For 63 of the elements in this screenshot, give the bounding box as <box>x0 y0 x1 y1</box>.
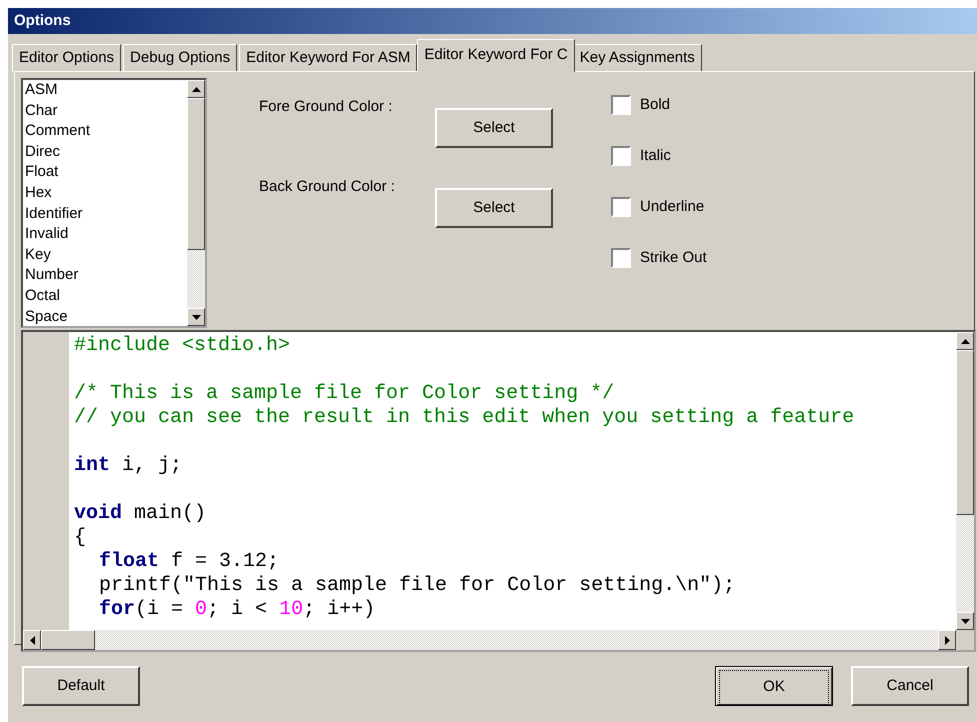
tab[interactable]: Editor Options <box>12 44 122 72</box>
window-title: Options <box>8 8 977 34</box>
list-item[interactable]: Identifier <box>25 204 187 224</box>
dialog-button[interactable]: Cancel <box>851 666 969 706</box>
code-line: float f = 3.12; <box>98 550 280 574</box>
up-arrow-icon <box>192 86 200 92</box>
checkbox[interactable] <box>611 95 631 115</box>
scroll-right-button[interactable] <box>938 630 956 650</box>
code-line: { <box>74 526 88 550</box>
scrollbar-corner <box>956 630 974 650</box>
vertical-scrollbar[interactable] <box>956 332 974 630</box>
code-line: int i, j; <box>74 453 184 478</box>
code-line: #include <stdio.h> <box>74 334 292 358</box>
scroll-thumb[interactable] <box>187 98 205 250</box>
code-preview-editor[interactable] <box>21 330 976 652</box>
tab[interactable]: Editor Keyword For ASM <box>239 44 418 72</box>
list-item[interactable]: Invalid <box>25 224 187 245</box>
tab[interactable]: Key Assignments <box>572 44 702 72</box>
vertical-scrollbar[interactable] <box>187 80 205 326</box>
code-line: // you can see the result in this edit when you setting a feature <box>74 406 856 430</box>
scroll-thumb[interactable] <box>956 350 974 515</box>
keyword-list[interactable]: ASM Char Comment Direc Float Hex Identifier Invalid Key Number Octal Space <box>21 78 207 328</box>
checkbox[interactable] <box>611 146 631 166</box>
down-arrow-icon <box>192 314 200 320</box>
tab[interactable]: Editor Keyword For C <box>417 39 575 72</box>
list-item[interactable]: ASM <box>25 80 187 101</box>
horizontal-scrollbar[interactable] <box>23 630 974 650</box>
left-arrow-icon <box>30 636 34 644</box>
checkbox[interactable] <box>611 248 631 268</box>
scroll-down-button[interactable] <box>956 612 974 630</box>
tab[interactable]: Debug Options <box>123 44 238 72</box>
checkbox-label: Strike Out <box>640 248 707 268</box>
scroll-left-button[interactable] <box>23 630 41 650</box>
scroll-up-button[interactable] <box>956 332 974 350</box>
right-arrow-icon <box>944 636 950 644</box>
list-item[interactable]: Hex <box>25 182 187 204</box>
scroll-thumb[interactable] <box>41 630 95 650</box>
scroll-down-button[interactable] <box>187 308 205 326</box>
checkbox[interactable] <box>611 197 631 217</box>
list-item[interactable]: Comment <box>25 121 187 142</box>
color-label: Back Ground Color : <box>259 177 396 197</box>
list-item[interactable]: Direc <box>25 142 187 162</box>
checkbox-label: Bold <box>640 94 670 115</box>
list-item[interactable]: Key <box>25 244 187 266</box>
list-item[interactable]: Octal <box>25 286 187 307</box>
select-button[interactable]: Select <box>435 108 553 148</box>
code-line: for(i = 0; i < 10; i++) <box>98 598 376 622</box>
code-line: void main() <box>74 501 208 526</box>
up-arrow-icon <box>960 338 970 344</box>
select-button[interactable]: Select <box>435 188 553 228</box>
color-label: Fore Ground Color : <box>259 97 394 117</box>
code-line: /* This is a sample file for Color setting */ <box>74 381 616 406</box>
list-item[interactable]: Space <box>25 306 187 326</box>
dialog-button[interactable]: OK <box>715 666 833 706</box>
dialog-button[interactable]: Default <box>22 666 140 706</box>
code-line: printf("This is a sample file for Color setting.\n"); <box>98 574 736 598</box>
checkbox-label: Underline <box>640 196 704 217</box>
down-arrow-icon <box>960 618 970 624</box>
list-item[interactable]: Number <box>25 265 187 286</box>
list-item[interactable]: Char <box>25 100 187 122</box>
checkbox-label: Italic <box>640 146 671 166</box>
scroll-up-button[interactable] <box>187 80 205 98</box>
list-item[interactable]: Float <box>25 162 187 183</box>
